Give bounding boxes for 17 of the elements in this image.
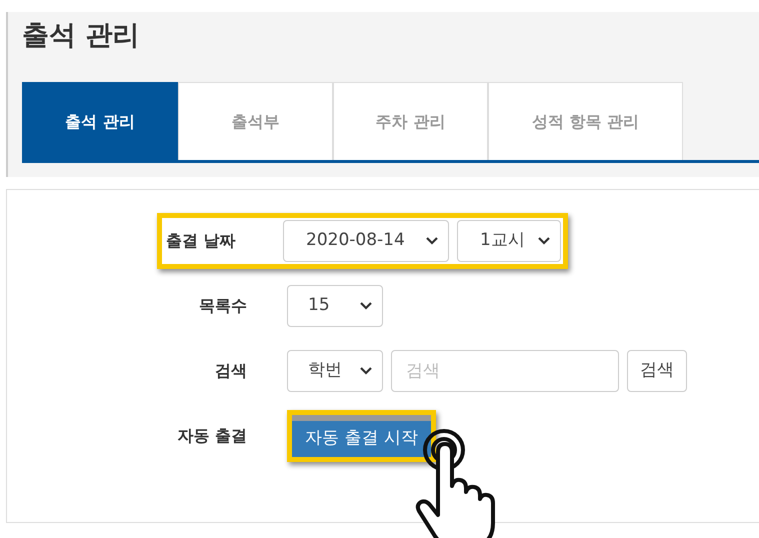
- page-title: 출석 관리: [22, 20, 140, 52]
- search-button[interactable]: 검색: [627, 350, 687, 392]
- dropdown[interactable]: 1교시: [457, 220, 561, 262]
- start-button[interactable]: 자동 출결 시작: [292, 414, 431, 456]
- dropdown[interactable]: 2020-08-14: [283, 220, 449, 262]
- search-field[interactable]: 검색: [391, 350, 619, 392]
- field-label: 검색: [214, 360, 247, 382]
- chevron-down-icon: [426, 236, 438, 244]
- chevron-down-icon: [538, 236, 550, 244]
- dropdown[interactable]: 학번: [287, 350, 383, 392]
- tab[interactable]: 출석 관리: [22, 82, 178, 160]
- field-label: 출결 날짜: [166, 230, 237, 252]
- chevron-down-icon: [360, 302, 372, 310]
- field-label: 자동 출결: [176, 424, 247, 446]
- chevron-down-icon: [360, 366, 372, 374]
- field-label: 목록수: [198, 294, 247, 316]
- dropdown[interactable]: 15: [287, 284, 383, 326]
